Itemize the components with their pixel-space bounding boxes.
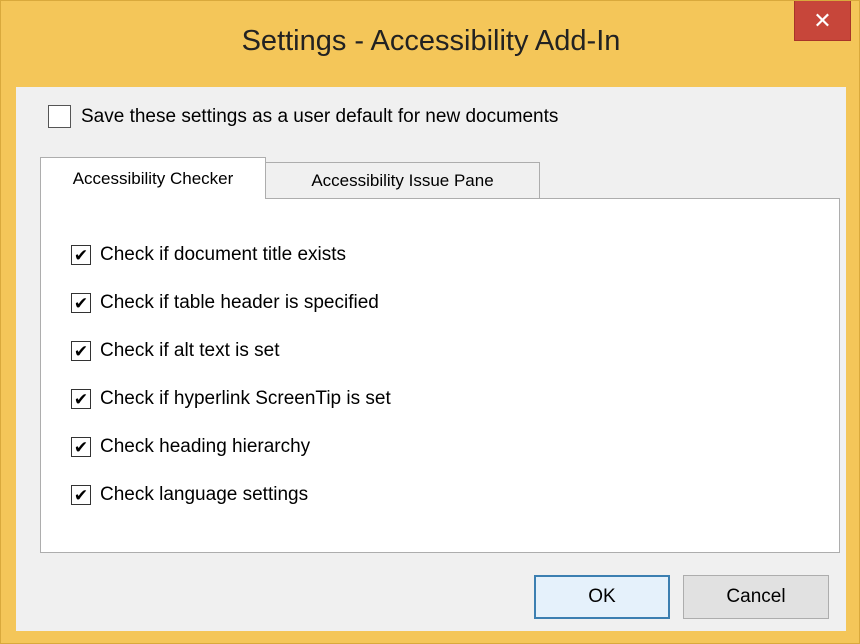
language-settings-label: Check language settings (100, 484, 309, 505)
save-default-label: Save these settings as a user default fo… (81, 105, 559, 127)
document-title-label: Check if document title exists (100, 244, 347, 265)
alt-text-checkbox[interactable]: ✔ (71, 341, 91, 361)
check-option-hyperlink-screentip[interactable]: ✔ Check if hyperlink ScreenTip is set (71, 375, 391, 423)
hyperlink-screentip-checkbox[interactable]: ✔ (71, 389, 91, 409)
close-button[interactable]: ✕ (794, 1, 851, 41)
language-settings-checkbox[interactable]: ✔ (71, 485, 91, 505)
check-option-heading-hierarchy[interactable]: ✔ Check heading hierarchy (71, 423, 391, 471)
tab-accessibility-checker[interactable]: Accessibility Checker (40, 157, 266, 199)
check-option-table-header[interactable]: ✔ Check if table header is specified (71, 279, 391, 327)
ok-button[interactable]: OK (534, 575, 670, 619)
tab-panel-accessibility-checker: ✔ Check if document title exists ✔ Check… (40, 198, 840, 553)
check-option-language-settings[interactable]: ✔ Check language settings (71, 471, 391, 519)
check-option-document-title[interactable]: ✔ Check if document title exists (71, 231, 391, 279)
heading-hierarchy-label: Check heading hierarchy (100, 436, 311, 457)
title-bar[interactable]: Settings - Accessibility Add-In ✕ (1, 1, 860, 87)
window-title: Settings - Accessibility Add-In (241, 25, 621, 57)
table-header-checkbox[interactable]: ✔ (71, 293, 91, 313)
alt-text-label: Check if alt text is set (100, 340, 280, 361)
hyperlink-screentip-label: Check if hyperlink ScreenTip is set (100, 388, 391, 409)
save-default-option[interactable]: Save these settings as a user default fo… (48, 105, 558, 128)
cancel-button[interactable]: Cancel (683, 575, 829, 619)
close-icon: ✕ (813, 7, 832, 33)
check-option-list: ✔ Check if document title exists ✔ Check… (71, 231, 391, 519)
settings-dialog: Settings - Accessibility Add-In ✕ Save t… (0, 0, 860, 644)
table-header-label: Check if table header is specified (100, 292, 379, 313)
dialog-content: Save these settings as a user default fo… (16, 87, 846, 631)
check-option-alt-text[interactable]: ✔ Check if alt text is set (71, 327, 391, 375)
save-default-checkbox[interactable] (48, 105, 71, 128)
tab-accessibility-issue-pane[interactable]: Accessibility Issue Pane (266, 162, 540, 198)
document-title-checkbox[interactable]: ✔ (71, 245, 91, 265)
heading-hierarchy-checkbox[interactable]: ✔ (71, 437, 91, 457)
